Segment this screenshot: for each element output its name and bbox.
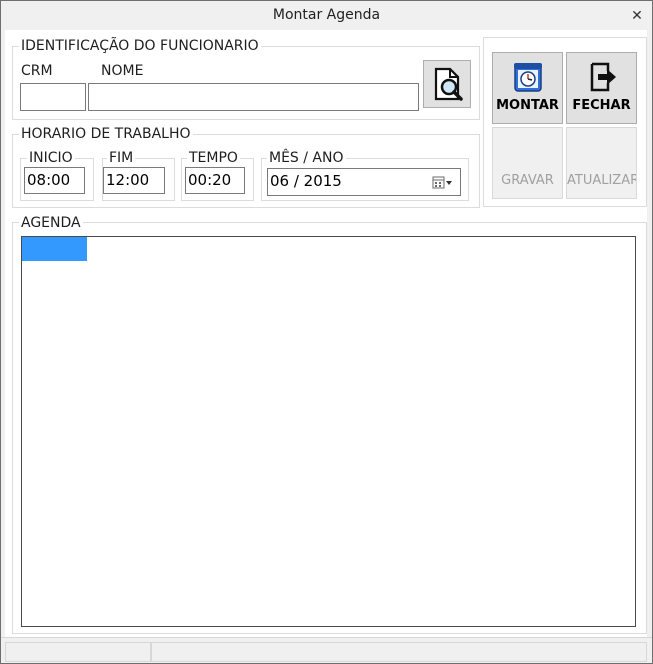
identificacao-group-label: IDENTIFICAÇÃO DO FUNCIONARIO (19, 38, 261, 54)
document-search-icon (434, 67, 463, 101)
fim-label: FIM (107, 150, 136, 166)
mes-ano-picker[interactable]: 06 / 2015 (267, 168, 461, 196)
agenda-grid[interactable] (21, 236, 636, 627)
horario-group-label: HORARIO DE TRABALHO (19, 126, 193, 142)
fechar-label: FECHAR (572, 98, 631, 113)
mes-ano-value: 06 / 2015 (270, 172, 342, 190)
status-panel-1 (5, 642, 151, 662)
nome-input[interactable] (88, 83, 419, 111)
montar-agenda-window: Montar Agenda ✕ IDENTIFICAÇÃO DO FUNCION… (0, 0, 653, 664)
atualizar-label: ATUALIZAR (567, 173, 636, 188)
calendar-clock-icon (514, 63, 542, 92)
form-client-area: IDENTIFICAÇÃO DO FUNCIONARIO CRM NOME HO… (5, 30, 647, 637)
status-panel-2 (151, 642, 647, 662)
gravar-label: GRAVAR (501, 173, 554, 188)
tempo-label: TEMPO (187, 150, 240, 166)
montar-label: MONTAR (496, 98, 559, 113)
inicio-label: INICIO (27, 150, 75, 166)
search-funcionario-button[interactable] (423, 60, 471, 108)
exit-icon (590, 62, 616, 92)
mes-ano-label: MÊS / ANO (267, 150, 346, 166)
title-bar: Montar Agenda ✕ (1, 1, 652, 30)
inicio-input[interactable]: 08:00 (24, 167, 85, 194)
atualizar-button[interactable]: ATUALIZAR (566, 127, 637, 199)
montar-button[interactable]: MONTAR (492, 52, 563, 124)
window-title: Montar Agenda (272, 7, 381, 23)
agenda-group-label: AGENDA (19, 215, 83, 231)
tempo-input[interactable]: 00:20 (185, 167, 245, 194)
nome-label: NOME (101, 63, 144, 79)
agenda-selected-cell[interactable] (22, 237, 87, 261)
status-bar (1, 637, 652, 663)
gravar-button[interactable]: GRAVAR (492, 127, 563, 199)
fim-input[interactable]: 12:00 (103, 167, 165, 194)
fechar-button[interactable]: FECHAR (566, 52, 637, 124)
calendar-dropdown-icon[interactable] (432, 176, 454, 190)
crm-label: CRM (21, 63, 53, 79)
crm-input[interactable] (20, 83, 86, 111)
close-icon[interactable]: ✕ (626, 4, 648, 26)
